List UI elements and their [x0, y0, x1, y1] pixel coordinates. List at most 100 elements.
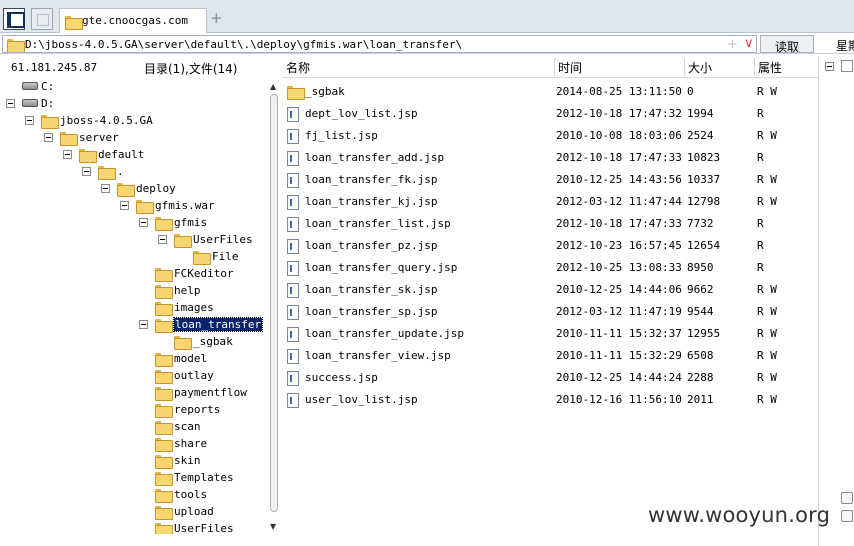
folder-icon	[155, 421, 173, 435]
tree-node[interactable]: _sgbak	[0, 333, 268, 350]
file-row[interactable]: loan_transfer_pz.jsp 2012-10-23 16:57:45 1…	[282, 234, 818, 256]
file-row[interactable]: loan_transfer_fk.jsp 2010-12-25 14:43:56 1…	[282, 168, 818, 190]
tree-node[interactable]: skin	[0, 452, 268, 469]
collapse-icon[interactable]	[25, 116, 34, 125]
star-button[interactable]: 星期	[836, 37, 854, 54]
file-row[interactable]: dept_lov_list.jsp 2012-10-18 17:47:32 1994…	[282, 102, 818, 124]
add-path-icon[interactable]: +	[727, 37, 738, 52]
tree-node-label: share	[174, 437, 208, 450]
file-row[interactable]: loan_transfer_sk.jsp 2010-12-25 14:44:06 9…	[282, 278, 818, 300]
tree-node[interactable]: Templates	[0, 469, 268, 486]
tab-site-label: gte.cnoocgas.com	[82, 14, 188, 27]
file-row[interactable]: loan_transfer_list.jsp 2012-10-18 17:47:3…	[282, 212, 818, 234]
tree-node[interactable]: UserFiles	[0, 520, 268, 534]
collapse-icon[interactable]	[63, 150, 72, 159]
column-size[interactable]: 大小	[688, 59, 712, 76]
file-size: 8950	[687, 261, 714, 274]
folder-icon	[155, 523, 173, 534]
column-attr[interactable]: 属性	[758, 59, 782, 76]
drive-icon	[22, 82, 38, 90]
scroll-up-icon[interactable]: ▲	[270, 82, 276, 91]
file-row[interactable]: _sgbak 2014-08-25 13:11:50 0 R W	[282, 80, 818, 102]
file-list: _sgbak 2014-08-25 13:11:50 0 R W dept_lov_li…	[282, 80, 818, 420]
file-row[interactable]: loan_transfer_update.jsp 2010-11-11 15:32…	[282, 322, 818, 344]
tree-node[interactable]: images	[0, 299, 268, 316]
tree-node[interactable]: FCKeditor	[0, 265, 268, 282]
tree-node[interactable]: File	[0, 248, 268, 265]
file-icon	[287, 327, 299, 342]
collapse-icon[interactable]	[82, 167, 91, 176]
file-row[interactable]: loan_transfer_add.jsp 2012-10-18 17:47:33…	[282, 146, 818, 168]
tree-node[interactable]: tools	[0, 486, 268, 503]
tree-node[interactable]: server	[0, 129, 268, 146]
collapse-icon[interactable]	[120, 201, 129, 210]
column-name[interactable]: 名称	[286, 59, 310, 76]
tree-node[interactable]: gfmis.war	[0, 197, 268, 214]
read-button[interactable]: 读取	[760, 35, 814, 54]
tree-node-label: model	[174, 352, 208, 365]
tree-node[interactable]: D:	[0, 95, 268, 112]
file-row[interactable]: loan_transfer_sp.jsp 2012-03-12 11:47:19 9…	[282, 300, 818, 322]
file-icon	[287, 349, 299, 364]
file-row[interactable]: success.jsp 2010-12-25 14:44:24 2288 R W	[282, 366, 818, 388]
file-icon	[287, 239, 299, 254]
tree-node-label: Templates	[174, 471, 234, 484]
folder-icon	[117, 183, 135, 197]
tree-node[interactable]: outlay	[0, 367, 268, 384]
side-button-icon[interactable]	[841, 492, 853, 504]
tree-node[interactable]: default	[0, 146, 268, 163]
chevron-down-icon[interactable]: ∨	[744, 36, 754, 51]
collapse-icon[interactable]	[825, 62, 834, 71]
collapse-icon[interactable]	[158, 235, 167, 244]
path-input[interactable]: D:\jboss-4.0.5.GA\server\default\.\deplo…	[2, 35, 757, 53]
tree-node[interactable]: paymentflow	[0, 384, 268, 401]
file-row[interactable]: fj_list.jsp 2010-10-08 18:03:06 2524 R W	[282, 124, 818, 146]
tree-node[interactable]: loan_transfer	[0, 316, 268, 333]
folder-icon	[98, 166, 116, 180]
file-size: 10823	[687, 151, 721, 164]
collapse-icon[interactable]	[6, 99, 15, 108]
tree-node[interactable]: model	[0, 350, 268, 367]
file-name: dept_lov_list.jsp	[305, 107, 418, 120]
file-name: loan_transfer_update.jsp	[305, 327, 464, 340]
side-button-icon[interactable]	[841, 510, 853, 522]
tree-node-label: FCKeditor	[174, 267, 234, 280]
collapse-icon[interactable]	[139, 218, 148, 227]
tree-node[interactable]: scan	[0, 418, 268, 435]
file-name: loan_transfer_kj.jsp	[305, 195, 438, 208]
file-size: 2011	[687, 393, 714, 406]
tree-node-label: help	[174, 284, 201, 297]
panel-toggle-icon[interactable]	[3, 8, 25, 30]
column-time[interactable]: 时间	[558, 59, 582, 76]
tree-node[interactable]: share	[0, 435, 268, 452]
file-row[interactable]: loan_transfer_kj.jsp 2012-03-12 11:47:44 1…	[282, 190, 818, 212]
tab-site[interactable]: gte.cnoocgas.com	[59, 8, 207, 33]
file-icon	[287, 393, 299, 408]
file-attr: R	[757, 261, 764, 274]
tree-node[interactable]: jboss-4.0.5.GA	[0, 112, 268, 129]
new-tab-button[interactable]: +	[210, 9, 223, 27]
file-row[interactable]: user_lov_list.jsp 2010-12-16 11:56:10 2011…	[282, 388, 818, 410]
file-time: 2010-11-11 15:32:29	[556, 349, 682, 362]
tree-node[interactable]: deploy	[0, 180, 268, 197]
collapse-icon[interactable]	[101, 184, 110, 193]
tree-node[interactable]: UserFiles	[0, 231, 268, 248]
file-row[interactable]: loan_transfer_query.jsp 2012-10-25 13:08:…	[282, 256, 818, 278]
tree-scrollbar[interactable]: ▲ ▼	[268, 82, 280, 534]
tree-node[interactable]: help	[0, 282, 268, 299]
tree-node[interactable]: reports	[0, 401, 268, 418]
inactive-tab-icon[interactable]	[31, 8, 53, 30]
tree-node[interactable]: upload	[0, 503, 268, 520]
tree-node[interactable]: .	[0, 163, 268, 180]
file-name: loan_transfer_sp.jsp	[305, 305, 438, 318]
tree-node[interactable]: C:	[0, 78, 268, 95]
tree-node-label: paymentflow	[174, 386, 247, 399]
scroll-thumb[interactable]	[270, 94, 278, 512]
file-row[interactable]: loan_transfer_view.jsp 2010-11-11 15:32:2…	[282, 344, 818, 366]
tree-node[interactable]: gfmis	[0, 214, 268, 231]
collapse-icon[interactable]	[44, 133, 53, 142]
scroll-down-icon[interactable]: ▼	[270, 522, 276, 531]
panel-box-icon[interactable]	[841, 60, 853, 72]
collapse-icon[interactable]	[139, 320, 148, 329]
folder-icon	[287, 86, 305, 100]
